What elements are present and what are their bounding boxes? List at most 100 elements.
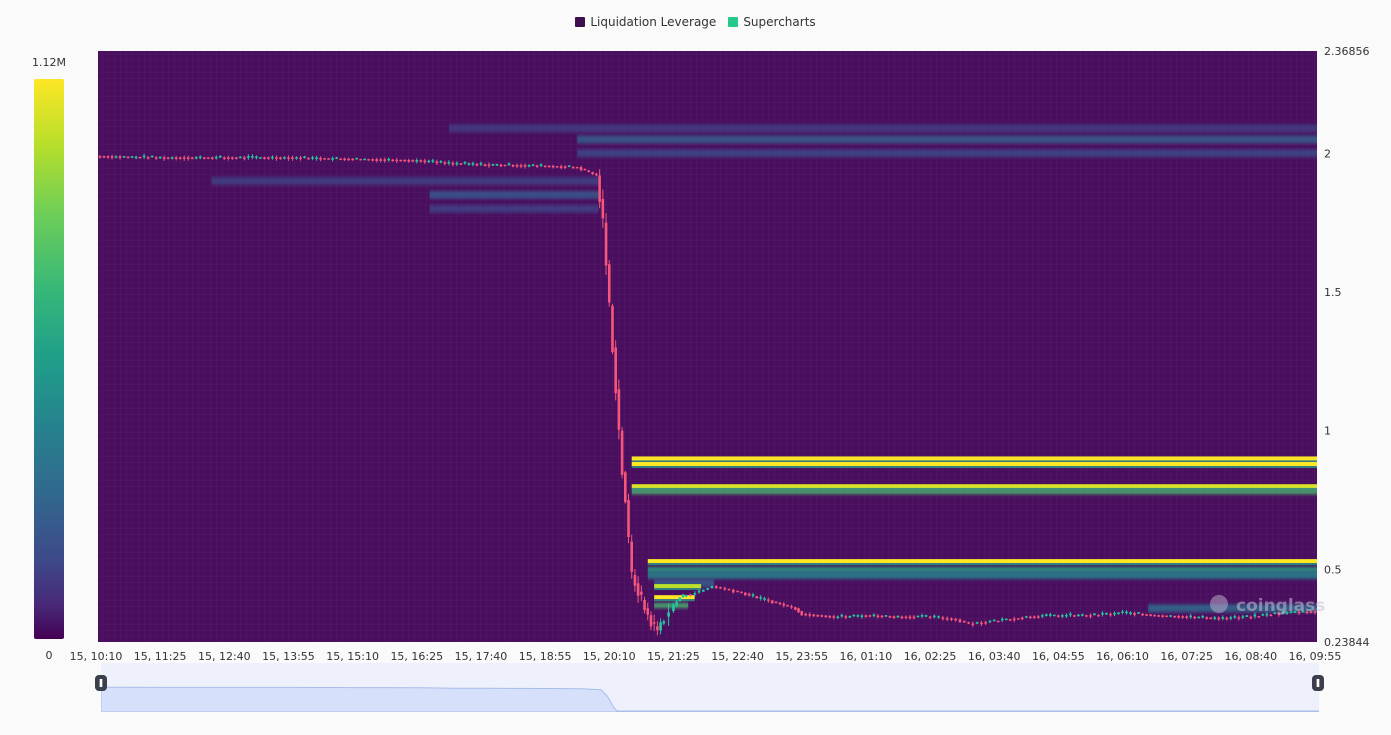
x-tick-label: 15, 13:55 — [262, 650, 315, 663]
candle — [652, 622, 656, 624]
candle — [423, 160, 427, 163]
liquidation-band — [654, 595, 695, 600]
candle — [975, 622, 979, 624]
candle — [681, 594, 685, 598]
candle — [954, 618, 958, 621]
candle — [190, 157, 194, 159]
y-axis: 2.36856 2 1.5 1 0.5 0.23844 — [1324, 45, 1370, 649]
liquidation-band — [631, 461, 1317, 466]
y-tick-label: 0.5 — [1324, 563, 1342, 576]
candle — [1057, 615, 1060, 617]
candle — [604, 222, 608, 266]
candle — [1241, 616, 1245, 618]
liquidation-band — [647, 559, 1317, 564]
candle — [937, 616, 940, 618]
candle — [379, 159, 383, 161]
candle — [808, 614, 812, 616]
candle — [371, 159, 374, 161]
candle — [1209, 617, 1213, 620]
candle — [1077, 614, 1080, 617]
candle — [1173, 615, 1176, 618]
candle — [1249, 616, 1253, 619]
liquidation-band-edge — [654, 599, 695, 602]
candle — [451, 162, 455, 165]
candle — [1037, 616, 1040, 618]
candle — [154, 157, 158, 159]
navigator-series — [101, 686, 1319, 712]
candle — [1113, 612, 1116, 615]
candle — [503, 164, 507, 167]
candle — [291, 157, 294, 159]
candle — [630, 541, 634, 572]
x-tick-label: 15, 11:25 — [134, 650, 187, 663]
candle — [896, 615, 900, 618]
time-navigator[interactable] — [101, 663, 1319, 712]
candle — [507, 163, 511, 165]
candle — [620, 430, 624, 475]
candle — [656, 626, 659, 631]
x-tick-label: 16, 07:25 — [1160, 650, 1213, 663]
candle — [455, 162, 459, 165]
candle — [770, 600, 774, 604]
candle — [763, 598, 766, 600]
candle — [499, 164, 503, 167]
candle — [319, 158, 322, 160]
candle — [904, 616, 908, 619]
candle — [988, 620, 992, 623]
x-tick-label: 15, 16:25 — [390, 650, 443, 663]
candle — [804, 613, 808, 616]
candle — [751, 594, 755, 597]
candle — [1012, 618, 1016, 621]
candle — [194, 157, 198, 159]
candle — [884, 615, 888, 617]
candle — [231, 157, 234, 159]
x-tick-label: 15, 20:10 — [583, 650, 636, 663]
liquidation-band — [654, 584, 702, 589]
candle — [339, 158, 342, 160]
candle — [794, 607, 797, 610]
candle — [1257, 616, 1261, 618]
liquidation-band — [577, 135, 1317, 144]
candle — [1041, 615, 1044, 617]
candle — [134, 156, 138, 159]
candle — [347, 158, 350, 161]
candle — [1085, 615, 1088, 617]
candle — [1161, 615, 1164, 617]
x-axis: 15, 10:10 15, 11:25 15, 12:40 15, 13:55 15, … — [70, 650, 1342, 663]
candle — [868, 615, 872, 617]
candle — [98, 156, 102, 158]
candle — [551, 165, 555, 168]
candle — [836, 616, 840, 619]
navigator-left-handle[interactable]: ❚ — [95, 675, 107, 691]
candle — [223, 157, 226, 159]
candle — [383, 159, 387, 161]
candle — [627, 500, 630, 538]
candle — [643, 599, 646, 611]
candle — [828, 615, 832, 618]
candle — [624, 472, 627, 503]
candle — [375, 159, 378, 161]
candle — [431, 160, 435, 162]
candle — [759, 597, 762, 599]
candle — [714, 586, 718, 588]
candle — [1053, 614, 1056, 617]
x-tick-label: 15, 15:10 — [326, 650, 379, 663]
candle — [591, 172, 594, 175]
candle — [1217, 617, 1221, 620]
candle — [279, 157, 282, 160]
candle — [667, 612, 670, 617]
x-tick-label: 16, 01:10 — [840, 650, 893, 663]
heatmap-chart[interactable]: 2.36856 2 1.5 1 0.5 0.23844 15, 10:10 15, 11:2… — [0, 0, 1391, 735]
candle — [1181, 616, 1184, 618]
y-tick-label: 1.5 — [1324, 286, 1342, 299]
candle — [1193, 616, 1197, 619]
candle — [227, 157, 230, 159]
navigator-right-handle[interactable]: ❚ — [1312, 675, 1324, 691]
candle — [1008, 619, 1012, 621]
candle — [727, 588, 731, 591]
candle — [1129, 612, 1132, 615]
candle — [1145, 614, 1148, 616]
candle — [307, 157, 310, 160]
liquidation-band — [577, 149, 1317, 158]
candle — [198, 156, 202, 159]
